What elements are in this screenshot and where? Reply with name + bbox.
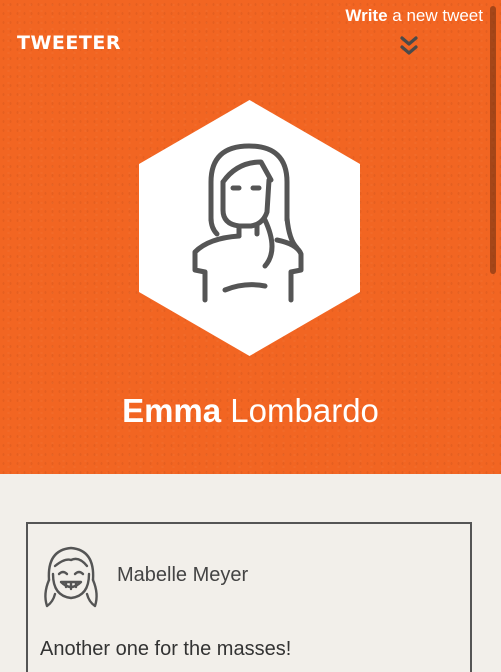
profile-avatar: [139, 100, 360, 356]
write-tweet-strong: Write: [345, 6, 388, 25]
profile-name: Emma Lombardo: [0, 392, 501, 430]
girl-avatar-icon: [44, 546, 98, 608]
tweet-card[interactable]: Mabelle Meyer Another one for the masses…: [26, 522, 472, 672]
profile-last-name: Lombardo: [221, 392, 379, 429]
profile-first-name: Emma: [122, 392, 222, 429]
double-chevron-down-icon[interactable]: [399, 35, 419, 57]
write-tweet-link[interactable]: Write a new tweet: [345, 6, 483, 26]
tweet-text: Another one for the masses!: [40, 638, 292, 660]
app-logo[interactable]: TWEETER: [17, 32, 121, 54]
profile-hero: TWEETER Write a new tweet Emma Lombardo: [0, 0, 501, 474]
scrollbar-thumb[interactable]: [490, 6, 496, 274]
write-tweet-rest: a new tweet: [387, 6, 483, 25]
tweet-author[interactable]: Mabelle Meyer: [117, 564, 248, 587]
